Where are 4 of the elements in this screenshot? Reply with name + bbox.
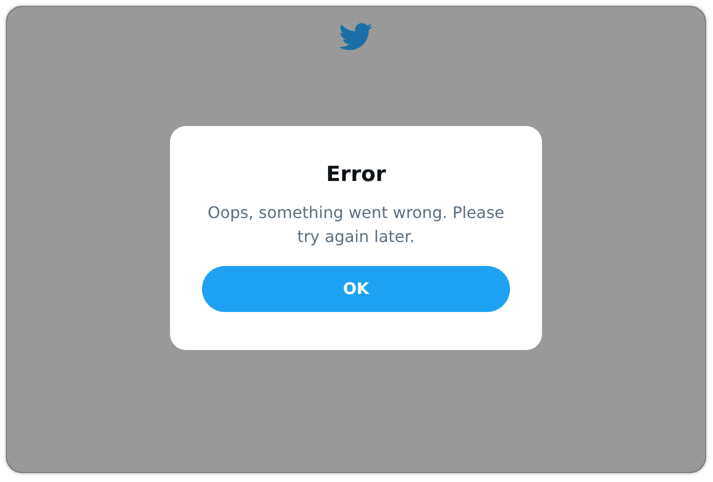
dialog-title: Error <box>325 162 387 188</box>
ok-button[interactable]: OK <box>202 266 510 312</box>
bird-icon <box>339 23 373 51</box>
dialog-message: Oops, something went wrong. Please try again later. <box>206 202 506 248</box>
